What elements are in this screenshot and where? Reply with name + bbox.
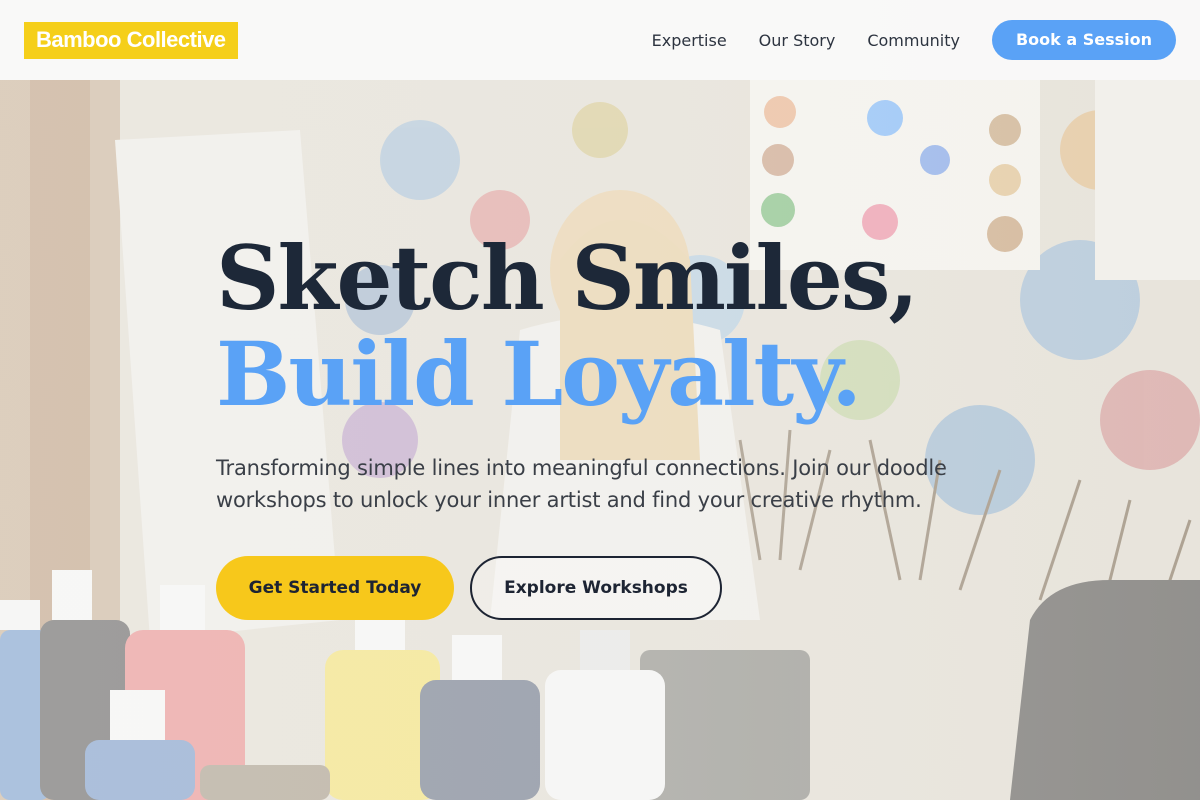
explore-workshops-button[interactable]: Explore Workshops [470,556,722,620]
nav-link-our-story[interactable]: Our Story [759,31,836,50]
hero-headline: Sketch Smiles, Build Loyalty. [216,230,1036,422]
hero-description: Transforming simple lines into meaningfu… [216,456,947,512]
nav-link-community[interactable]: Community [867,31,960,50]
brand-logo[interactable]: Bamboo Collective [24,21,238,59]
main-nav: Expertise Our Story Community Book a Ses… [620,20,1176,60]
book-session-button[interactable]: Book a Session [991,20,1176,60]
hero-content: Sketch Smiles, Build Loyalty. Transformi… [216,230,1036,620]
headline-line-2: Build Loyalty. [216,322,862,426]
headline-line-1: Sketch Smiles, [216,226,919,330]
get-started-button[interactable]: Get Started Today [216,556,454,620]
nav-link-expertise[interactable]: Expertise [652,31,727,50]
site-header: Bamboo Collective Expertise Our Story Co… [0,0,1200,80]
hero-actions: Get Started Today Explore Workshops [216,556,1036,620]
